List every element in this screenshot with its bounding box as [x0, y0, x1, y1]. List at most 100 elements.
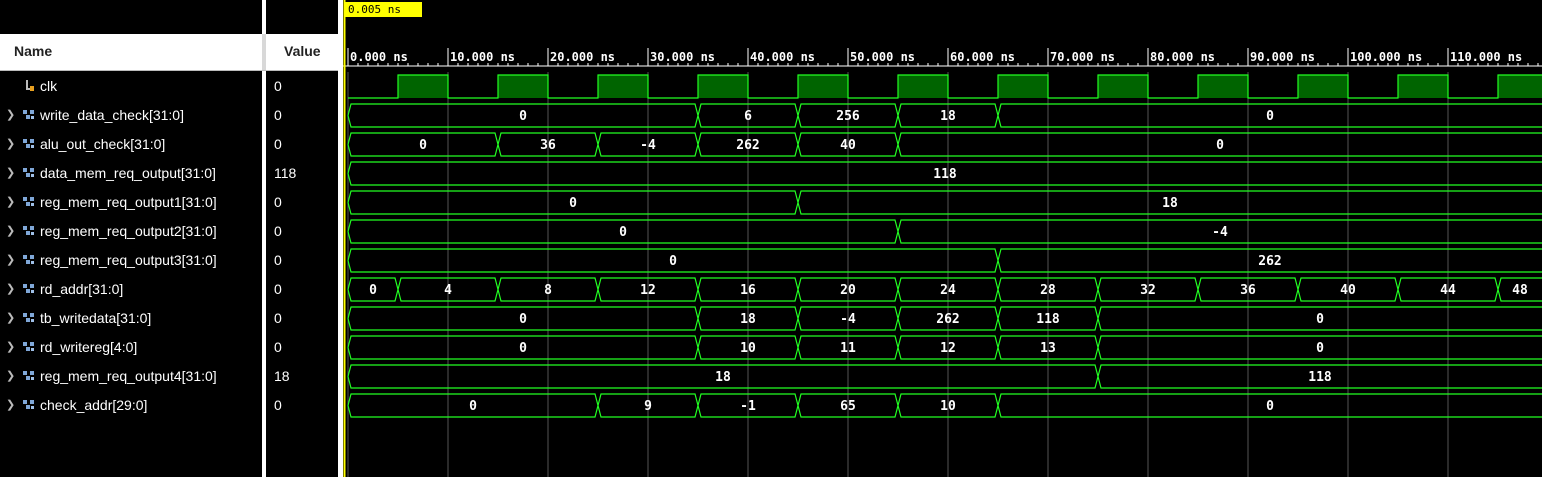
- expand-chevron-icon[interactable]: ❯: [6, 137, 15, 150]
- expand-chevron-icon[interactable]: ❯: [6, 340, 15, 353]
- clock-high-fill: [1398, 75, 1448, 98]
- bus-value-label: 6: [744, 109, 752, 124]
- bus-value-label: 24: [940, 283, 956, 298]
- signal-row[interactable]: ❯ reg_mem_req_output4[31:0] 18: [0, 362, 338, 391]
- expand-chevron-icon[interactable]: ❯: [6, 166, 15, 179]
- signal-value: 0: [274, 339, 282, 355]
- bus-value-label: 18: [740, 312, 756, 327]
- expand-chevron-icon[interactable]: ❯: [6, 311, 15, 324]
- signal-name: reg_mem_req_output4[31:0]: [40, 368, 217, 384]
- clock-high-fill: [1498, 75, 1542, 98]
- bus-icon: [23, 197, 34, 206]
- signal-name: rd_addr[31:0]: [40, 281, 124, 297]
- bus-value-label: 11: [840, 341, 856, 356]
- bus-value-label: 0: [469, 399, 477, 414]
- bus-icon: [23, 313, 34, 322]
- signal-row[interactable]: ❯ reg_mem_req_output2[31:0] 0: [0, 217, 338, 246]
- bus-value-label: 13: [1040, 341, 1056, 356]
- expand-chevron-icon[interactable]: ❯: [6, 282, 15, 295]
- bus-value-label: 0: [419, 138, 427, 153]
- name-column-header[interactable]: Name: [14, 43, 52, 59]
- bus-value-label: 44: [1440, 283, 1456, 298]
- signal-name: reg_mem_req_output3[31:0]: [40, 252, 217, 268]
- bus-value-label: 0: [519, 109, 527, 124]
- clock-high-fill: [998, 75, 1048, 98]
- signal-name: alu_out_check[31:0]: [40, 136, 166, 152]
- bus-value-label: 0: [369, 283, 377, 298]
- bus-value-label: 36: [1240, 283, 1256, 298]
- ruler-tick-label: 40.000 ns: [750, 50, 815, 64]
- bus-value-label: 65: [840, 399, 856, 414]
- signal-name: rd_writereg[4:0]: [40, 339, 138, 355]
- bus-value-label: -4: [640, 138, 656, 153]
- expand-chevron-icon[interactable]: ❯: [6, 108, 15, 121]
- ruler-tick-label: 30.000 ns: [650, 50, 715, 64]
- bus-value-label: 262: [736, 138, 759, 153]
- bus-icon: [23, 168, 34, 177]
- signal-row[interactable]: ❯ reg_mem_req_output1[31:0] 0: [0, 188, 338, 217]
- ruler-tick-label: 90.000 ns: [1250, 50, 1315, 64]
- waveform-canvas[interactable]: 0.000 ns 10.000 ns 20.000 ns 30.000 ns 40.00…: [343, 0, 1542, 477]
- ruler-tick-label: 60.000 ns: [950, 50, 1015, 64]
- clock-high-fill: [1098, 75, 1148, 98]
- bus-value-label: 8: [544, 283, 552, 298]
- bus-value-label: 262: [1258, 254, 1281, 269]
- signal-row[interactable]: ❯ reg_mem_req_output3[31:0] 0: [0, 246, 338, 275]
- bus-value-label: 262: [936, 312, 959, 327]
- signal-name: clk: [40, 78, 58, 94]
- bus-value-label: 20: [840, 283, 856, 298]
- clock-high-fill: [898, 75, 948, 98]
- bus-value-label: 0: [669, 254, 677, 269]
- ruler-tick-label: 50.000 ns: [850, 50, 915, 64]
- bus-icon: [23, 371, 34, 380]
- expand-chevron-icon[interactable]: ❯: [6, 398, 15, 411]
- bus-value-label: 16: [740, 283, 756, 298]
- expand-chevron-icon[interactable]: ❯: [6, 195, 15, 208]
- bus-value-label: 118: [933, 167, 957, 182]
- bus-icon: [23, 139, 34, 148]
- signal-name: check_addr[29:0]: [40, 397, 148, 413]
- expand-chevron-icon[interactable]: ❯: [6, 253, 15, 266]
- bus-value-label: 48: [1512, 283, 1528, 298]
- signal-row[interactable]: ❯ rd_writereg[4:0] 0: [0, 333, 338, 362]
- bus-value-label: 256: [836, 109, 860, 124]
- expand-chevron-icon[interactable]: ❯: [6, 369, 15, 382]
- signal-name: tb_writedata[31:0]: [40, 310, 152, 326]
- signal-name: data_mem_req_output[31:0]: [40, 165, 216, 181]
- ruler-tick-label: 70.000 ns: [1050, 50, 1115, 64]
- clock-high-fill: [1198, 75, 1248, 98]
- expand-chevron-icon[interactable]: ❯: [6, 224, 15, 237]
- bus-value-label: 0: [1216, 138, 1224, 153]
- bus-value-label: 40: [1340, 283, 1356, 298]
- signal-row[interactable]: ❯ check_addr[29:0] 0: [0, 391, 338, 420]
- bus-icon: [23, 400, 34, 409]
- bus-value-label: 0: [569, 196, 577, 211]
- bus-value-label: 40: [840, 138, 856, 153]
- signal-row[interactable]: ❯ alu_out_check[31:0] 0: [0, 130, 338, 159]
- bus-value-label: 0: [619, 225, 627, 240]
- clock-high-fill: [398, 75, 448, 98]
- bus-value-label: -1: [740, 399, 756, 414]
- signal-value: 18: [274, 368, 290, 384]
- bus-value-label: 32: [1140, 283, 1156, 298]
- signal-row[interactable]: ❯ data_mem_req_output[31:0] 118: [0, 159, 338, 188]
- signal-row[interactable]: clk 0: [0, 72, 338, 101]
- signal-value: 0: [274, 78, 282, 94]
- signal-name: reg_mem_req_output1[31:0]: [40, 194, 217, 210]
- bus-value-label: 18: [1162, 196, 1178, 211]
- bus-value-label: 4: [444, 283, 452, 298]
- signal-value: 0: [274, 310, 282, 326]
- bus-value-label: 12: [640, 283, 656, 298]
- bus-icon: [23, 226, 34, 235]
- cursor-time-label: 0.005 ns: [345, 2, 422, 17]
- signal-row[interactable]: ❯ rd_addr[31:0] 0: [0, 275, 338, 304]
- signal-row[interactable]: ❯ write_data_check[31:0] 0: [0, 101, 338, 130]
- bus-value-label: 28: [1040, 283, 1056, 298]
- value-column-header[interactable]: Value: [284, 43, 321, 59]
- bus-icon: [23, 342, 34, 351]
- ruler-tick-label: 0.000 ns: [350, 50, 408, 64]
- bus-value-label: 18: [715, 370, 731, 385]
- header-divider: [262, 34, 266, 70]
- signal-value: 0: [274, 397, 282, 413]
- signal-row[interactable]: ❯ tb_writedata[31:0] 0: [0, 304, 338, 333]
